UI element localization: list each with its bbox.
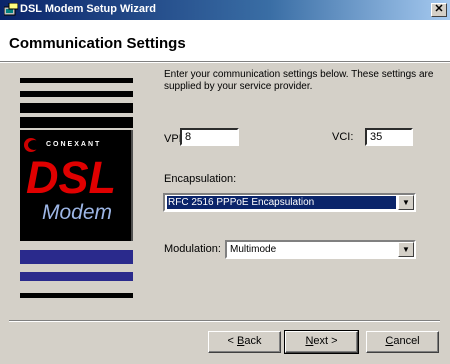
decor-stripe-blue bbox=[20, 272, 133, 281]
decor-gap bbox=[20, 265, 133, 271]
close-button[interactable]: ✕ bbox=[431, 3, 447, 17]
back-button-label: < Back bbox=[227, 335, 262, 347]
intro-text: Enter your communication settings below.… bbox=[164, 69, 434, 92]
next-button-label: Next > bbox=[305, 335, 338, 347]
modulation-value: Multimode bbox=[230, 244, 277, 255]
encapsulation-label: Encapsulation: bbox=[164, 173, 237, 185]
vci-label: VCI: bbox=[332, 131, 354, 143]
close-icon: ✕ bbox=[434, 3, 444, 15]
footer-separator bbox=[9, 320, 440, 322]
logo-dsl-text: DSL bbox=[26, 152, 116, 203]
decor-stripe-blue bbox=[20, 250, 133, 264]
header-divider bbox=[0, 62, 450, 63]
window-title: DSL Modem Setup Wizard bbox=[20, 3, 156, 15]
cancel-button-label: Cancel bbox=[385, 335, 420, 347]
decor-stripe bbox=[20, 117, 133, 128]
brand-name: CONEXANT bbox=[46, 141, 102, 148]
encapsulation-select[interactable]: RFC 2516 PPPoE Encapsulation ▼ bbox=[163, 193, 416, 212]
decor-stripe bbox=[20, 103, 133, 113]
decor-stripe bbox=[20, 78, 133, 83]
dropdown-arrow-icon[interactable]: ▼ bbox=[398, 242, 414, 257]
dsl-modem-logo: CONEXANT DSL Modem bbox=[20, 130, 133, 241]
modulation-select[interactable]: Multimode ▼ bbox=[225, 240, 416, 259]
decor-stripe bbox=[20, 91, 133, 97]
logo-modem-text: Modem bbox=[42, 201, 113, 224]
next-button[interactable]: Next > bbox=[284, 330, 359, 354]
dropdown-arrow-icon[interactable]: ▼ bbox=[398, 195, 414, 210]
title-bar: DSL Modem Setup Wizard ✕ bbox=[0, 0, 450, 20]
app-icon bbox=[4, 3, 18, 16]
wizard-header: Communication Settings bbox=[0, 20, 450, 62]
cancel-button[interactable]: Cancel bbox=[366, 331, 439, 353]
page-title: Communication Settings bbox=[9, 35, 186, 52]
back-button[interactable]: < Back bbox=[208, 331, 281, 353]
modulation-label: Modulation: bbox=[164, 243, 221, 255]
conexant-logo: CONEXANT bbox=[24, 138, 130, 152]
vpi-input[interactable]: 8 bbox=[180, 128, 239, 146]
vci-input[interactable]: 35 bbox=[365, 128, 413, 146]
encapsulation-value: RFC 2516 PPPoE Encapsulation bbox=[166, 195, 397, 210]
decor-stripe bbox=[20, 293, 133, 298]
